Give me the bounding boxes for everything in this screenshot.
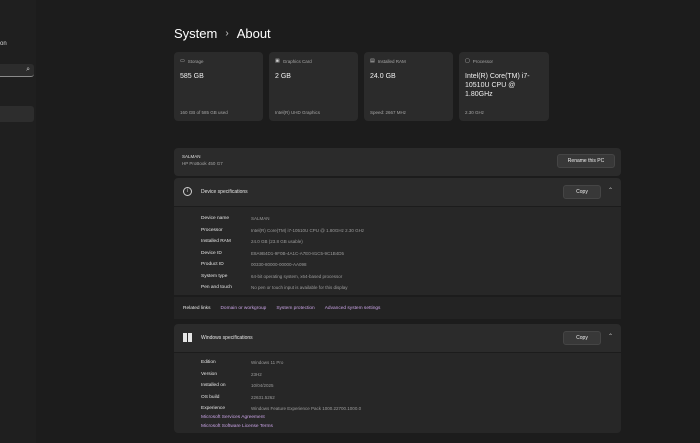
spec-value: 24.0 GB (23.8 GB usable)	[251, 239, 303, 245]
card-label: Graphics Card	[282, 58, 312, 64]
spec-row: OS build 22631.5262	[201, 392, 361, 404]
related-links-label: Related links	[183, 305, 211, 311]
processor-icon: ▢	[465, 58, 470, 64]
link-license-terms[interactable]: Microsoft Software License Terms	[201, 424, 273, 429]
graphics-card-icon: ▣	[275, 58, 280, 64]
info-icon: i	[183, 187, 192, 196]
spec-key: Experience	[201, 406, 225, 412]
rename-pc-button[interactable]: Rename this PC	[557, 154, 615, 168]
spec-key: System type	[201, 273, 228, 279]
spec-key: OS build	[201, 394, 220, 400]
spec-value: Windows Feature Experience Pack 1000.227…	[251, 406, 362, 412]
spec-value: No pen or touch input is available for t…	[251, 285, 348, 291]
sidebar-user-text: on	[0, 41, 7, 47]
spec-key: Edition	[201, 360, 216, 366]
search-icon[interactable]: ⌕	[26, 66, 30, 74]
card-label: Installed RAM	[377, 58, 406, 64]
device-name-panel: SALMAN HP ProBook 450 G7 Rename this PC	[174, 148, 621, 176]
spec-value: Windows 11 Pro	[251, 360, 284, 366]
device-specifications-header[interactable]: i Device specifications Copy ⌃	[174, 178, 621, 206]
card-subtext: Intel(R) UHD Graphics	[275, 110, 321, 115]
card-label: Processor	[472, 58, 493, 64]
section-title: Device specifications	[201, 189, 248, 195]
page-title: About	[236, 26, 271, 41]
summary-cards: ▭ Storage 585 GB 160 GB of 585 GB used ▣ G…	[174, 52, 549, 121]
ram-icon: ▤	[370, 58, 375, 64]
card-value: 2 GB	[275, 73, 291, 80]
search-input[interactable]: ⌕	[0, 64, 34, 77]
breadcrumb-parent[interactable]: System	[174, 26, 217, 41]
windows-specifications-body: Edition Windows 11 Pro Version 23H2 Instal…	[174, 353, 621, 433]
spec-value: SALMAN	[251, 216, 270, 222]
copy-windows-specs-button[interactable]: Copy	[563, 331, 601, 345]
device-name: SALMAN	[182, 154, 201, 159]
spec-row: Product ID 00330-80000-00000-AA098	[201, 259, 364, 271]
spec-table: Device name SALMAN Processor Intel(R) Core…	[201, 213, 364, 294]
device-model: HP ProBook 450 G7	[182, 161, 223, 166]
spec-row: Installed on 10/04/2025	[201, 380, 361, 392]
sidebar: on ⌕	[0, 0, 36, 443]
breadcrumb: System › About	[174, 26, 271, 41]
spec-value: 10/04/2025	[251, 383, 274, 389]
card-value: 585 GB	[180, 73, 204, 80]
card-subtext: 160 GB of 585 GB used	[180, 110, 228, 115]
device-specifications-body: Device name SALMAN Processor Intel(R) Core…	[174, 207, 621, 295]
spec-key: Pen and touch	[201, 285, 232, 291]
spec-key: Installed on	[201, 383, 226, 389]
storage-icon: ▭	[180, 58, 185, 64]
spec-row: Installed RAM 24.0 GB (23.8 GB usable)	[201, 236, 364, 248]
card-value: Intel(R) Core(TM) i7-10510U CPU @ 1.80GH…	[465, 73, 530, 98]
graphics-card[interactable]: ▣ Graphics Card 2 GB Intel(R) UHD Graphic…	[269, 52, 358, 121]
processor-card[interactable]: ▢ Processor Intel(R) Core(TM) i7-10510U C…	[459, 52, 549, 121]
spec-value: Intel(R) Core(TM) i7-10510U CPU @ 1.80GH…	[251, 227, 365, 233]
spec-row: Version 23H2	[201, 369, 361, 381]
link-services-agreement[interactable]: Microsoft Services Agreement	[201, 415, 265, 420]
spec-value: 64-bit operating system, x64-based proce…	[251, 273, 343, 279]
spec-key: Product ID	[201, 262, 224, 268]
chevron-up-icon[interactable]: ⌃	[608, 333, 613, 340]
section-title: Windows specifications	[201, 335, 253, 341]
ram-card[interactable]: ▤ Installed RAM 24.0 GB Speed: 2667 MHz	[364, 52, 453, 121]
spec-key: Device ID	[201, 250, 222, 256]
spec-value: 22631.5262	[251, 394, 275, 400]
spec-row: Processor Intel(R) Core(TM) i7-10510U CPU…	[201, 225, 364, 237]
windows-logo-icon	[183, 333, 192, 342]
sidebar-item-system[interactable]	[0, 106, 34, 122]
card-subtext: 2.30 GHz	[465, 110, 485, 115]
spec-key: Version	[201, 371, 217, 377]
card-value: 24.0 GB	[370, 73, 396, 80]
spec-row: Pen and touch No pen or touch input is av…	[201, 282, 364, 294]
related-links: Related links Domain or workgroup System…	[174, 297, 621, 319]
copy-device-specs-button[interactable]: Copy	[563, 185, 601, 199]
spec-row: Device name SALMAN	[201, 213, 364, 225]
windows-specifications-header[interactable]: Windows specifications Copy ⌃	[174, 324, 621, 352]
spec-value: 00330-80000-00000-AA098	[251, 262, 307, 268]
link-domain-or-workgroup[interactable]: Domain or workgroup	[220, 306, 266, 311]
spec-value: 23H2	[251, 371, 262, 377]
card-label: Storage	[187, 58, 204, 64]
spec-table: Edition Windows 11 Pro Version 23H2 Instal…	[201, 357, 361, 415]
link-advanced-system-settings[interactable]: Advanced system settings	[325, 306, 381, 311]
card-subtext: Speed: 2667 MHz	[370, 110, 407, 115]
storage-card[interactable]: ▭ Storage 585 GB 160 GB of 585 GB used	[174, 52, 263, 121]
spec-row: Device ID E8A9B4D1-9F0B-4A1C-A7E0-81C5-9C…	[201, 248, 364, 260]
spec-value: E8A9B4D1-9F0B-4A1C-A7E0-81C5-9C1B4D5	[251, 250, 345, 256]
chevron-up-icon[interactable]: ⌃	[608, 187, 613, 194]
spec-row: Experience Windows Feature Experience Pac…	[201, 403, 361, 415]
spec-key: Device name	[201, 216, 229, 222]
spec-row: System type 64-bit operating system, x64-…	[201, 271, 364, 283]
spec-row: Edition Windows 11 Pro	[201, 357, 361, 369]
link-system-protection[interactable]: System protection	[276, 306, 314, 311]
spec-key: Installed RAM	[201, 239, 231, 245]
spec-key: Processor	[201, 227, 223, 233]
chevron-right-icon: ›	[225, 28, 229, 39]
